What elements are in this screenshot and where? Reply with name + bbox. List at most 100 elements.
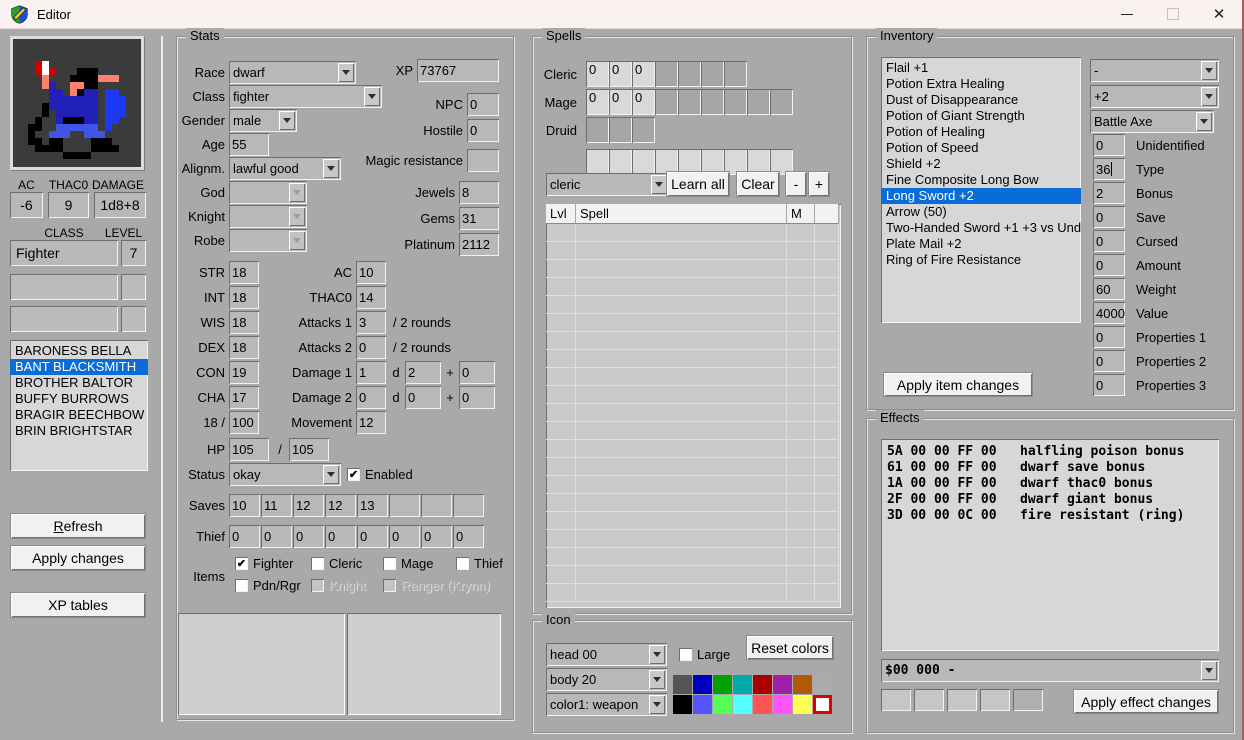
palette-swatch[interactable] xyxy=(713,675,732,694)
item-usable-checkbox-wrap[interactable]: Fighter xyxy=(235,556,311,571)
learn-all-button[interactable]: Learn all xyxy=(666,171,730,197)
item-field[interactable]: 0 xyxy=(1093,254,1125,276)
damage1-dice-field[interactable]: 1 xyxy=(356,361,386,384)
attacks1-field[interactable]: 3 xyxy=(356,311,386,334)
close-button[interactable]: ✕ xyxy=(1196,0,1242,28)
palette-swatch[interactable] xyxy=(733,695,752,714)
xp-tables-button[interactable]: XP tables xyxy=(10,592,146,618)
status-select[interactable]: okay xyxy=(229,463,341,486)
age-field[interactable]: 55 xyxy=(229,133,269,156)
apply-changes-button[interactable]: Apply changes xyxy=(10,545,146,571)
character-list-item[interactable]: BRIN BRIGHTSTAR xyxy=(10,423,148,439)
character-list-item[interactable]: BUFFY BURROWS xyxy=(10,391,148,407)
palette-swatch[interactable] xyxy=(673,695,692,714)
spell-plus-button[interactable]: + xyxy=(808,171,830,197)
thac0-field[interactable]: 14 xyxy=(356,286,386,309)
stat-cell-field[interactable]: 12 xyxy=(325,494,356,517)
platinum-field[interactable]: 2112 xyxy=(459,233,499,256)
character-list[interactable]: BARONESS BELLABANT BLACKSMITHBROTHER BAL… xyxy=(10,340,148,471)
stat-cell-field[interactable]: 0 xyxy=(453,525,484,548)
inventory-list[interactable]: Flail +1Potion Extra HealingDust of Disa… xyxy=(881,57,1081,323)
item-usable-checkbox[interactable] xyxy=(311,557,324,570)
inventory-list-item[interactable]: Potion of Giant Strength xyxy=(881,108,1081,124)
body-select[interactable]: body 20 xyxy=(546,668,667,691)
palette-swatch[interactable] xyxy=(773,675,792,694)
inventory-list-item[interactable]: Long Sword +2 xyxy=(881,188,1081,204)
character-list-item[interactable]: BROTHER BALTOR xyxy=(10,375,148,391)
spell-table[interactable]: LvlSpellM xyxy=(546,204,841,608)
effect-byte-field[interactable] xyxy=(914,689,944,711)
item-usable-checkbox[interactable] xyxy=(235,579,248,592)
damage2-sides-field[interactable]: 0 xyxy=(405,386,441,409)
palette-swatch[interactable] xyxy=(733,675,752,694)
effect-entry[interactable]: 61 00 00 FF 00 dwarf save bonus xyxy=(881,460,1219,476)
minimize-button[interactable] xyxy=(1104,0,1150,28)
item-field[interactable]: 60 xyxy=(1093,278,1125,300)
character-list-item[interactable]: BRAGIR BEECHBOW xyxy=(10,407,148,423)
item-field[interactable]: 0 xyxy=(1093,326,1125,348)
attacks2-field[interactable]: 0 xyxy=(356,336,386,359)
stat-cell-field[interactable]: 12 xyxy=(293,494,324,517)
palette-swatch[interactable] xyxy=(793,695,812,714)
spell-slot-cell[interactable] xyxy=(586,149,609,175)
jewels-field[interactable]: 8 xyxy=(459,181,499,204)
spell-slot-cell[interactable] xyxy=(609,149,632,175)
stat-cell-field[interactable]: 0 xyxy=(389,525,420,548)
inventory-list-item[interactable]: Fine Composite Long Bow xyxy=(881,172,1081,188)
spell-slot-cell[interactable] xyxy=(632,149,655,175)
item-usable-checkbox[interactable] xyxy=(456,557,469,570)
stat-cell-field[interactable]: 0 xyxy=(357,525,388,548)
item-field[interactable]: 0 xyxy=(1093,206,1125,228)
effects-list[interactable]: 5A 00 00 FF 00 halfling poison bonus61 0… xyxy=(881,439,1219,651)
item-field[interactable]: 0 xyxy=(1093,350,1125,372)
palette-swatch[interactable] xyxy=(693,675,712,694)
effect-byte-field[interactable] xyxy=(881,689,911,711)
stat-cell-field[interactable] xyxy=(453,494,484,517)
gender-select[interactable]: male xyxy=(229,109,297,132)
large-checkbox-wrap[interactable]: Large xyxy=(679,643,730,666)
item-extra-select[interactable]: - xyxy=(1090,59,1219,82)
stat-cell-field[interactable]: 0 xyxy=(325,525,356,548)
stat-cell-field[interactable]: 13 xyxy=(357,494,388,517)
character-list-item[interactable]: BARONESS BELLA xyxy=(10,343,148,359)
apply-effect-changes-button[interactable]: Apply effect changes xyxy=(1073,689,1219,714)
effect-entry[interactable]: 1A 00 00 FF 00 dwarf thac0 bonus xyxy=(881,476,1219,492)
clear-button[interactable]: Clear xyxy=(736,171,780,197)
damage1-plus-field[interactable]: 0 xyxy=(459,361,495,384)
spell-slot-cell[interactable]: 0 xyxy=(632,89,655,115)
npc-field[interactable]: 0 xyxy=(467,93,499,116)
effect-byte-field[interactable] xyxy=(947,689,977,711)
item-usable-checkbox-wrap[interactable]: Cleric xyxy=(311,556,383,571)
effect-entry[interactable]: 2F 00 00 FF 00 dwarf giant bonus xyxy=(881,492,1219,508)
item-usable-checkbox-wrap[interactable]: Pdn/Rgr xyxy=(235,578,311,593)
inventory-list-item[interactable]: Potion of Speed xyxy=(881,140,1081,156)
effect-entry[interactable]: 5A 00 00 FF 00 halfling poison bonus xyxy=(881,444,1219,460)
item-field[interactable]: 0 xyxy=(1093,374,1125,396)
item-field[interactable]: 36 xyxy=(1093,158,1125,180)
inventory-list-item[interactable]: Plate Mail +2 xyxy=(881,236,1081,252)
inventory-list-item[interactable]: Arrow (50) xyxy=(881,204,1081,220)
hp-max-field[interactable]: 105 xyxy=(289,438,329,461)
inventory-list-item[interactable]: Potion Extra Healing xyxy=(881,76,1081,92)
icon-color-slot-select[interactable]: color1: weapon xyxy=(546,693,667,716)
palette-swatch[interactable] xyxy=(793,675,812,694)
item-field[interactable]: 2 xyxy=(1093,182,1125,204)
item-field[interactable]: 4000 xyxy=(1093,302,1125,324)
item-field[interactable]: 0 xyxy=(1093,134,1125,156)
palette-swatch[interactable] xyxy=(773,695,792,714)
alignment-select[interactable]: lawful good xyxy=(229,157,341,180)
spell-minus-button[interactable]: - xyxy=(785,171,807,197)
reset-colors-button[interactable]: Reset colors xyxy=(746,635,834,660)
gems-field[interactable]: 31 xyxy=(459,207,499,230)
palette-swatch[interactable] xyxy=(693,695,712,714)
large-checkbox[interactable] xyxy=(679,648,692,661)
apply-item-changes-button[interactable]: Apply item changes xyxy=(883,372,1033,397)
spell-slot-cell[interactable]: 0 xyxy=(586,89,609,115)
stat-cell-field[interactable] xyxy=(421,494,452,517)
palette-swatch[interactable] xyxy=(813,695,832,714)
stat-cell-field[interactable]: 11 xyxy=(261,494,292,517)
item-usable-checkbox-wrap[interactable]: Mage xyxy=(383,556,456,571)
stat-cell-field[interactable]: 0 xyxy=(293,525,324,548)
stat-cell-field[interactable]: 0 xyxy=(229,525,260,548)
stat-cell-field[interactable]: 10 xyxy=(229,494,260,517)
